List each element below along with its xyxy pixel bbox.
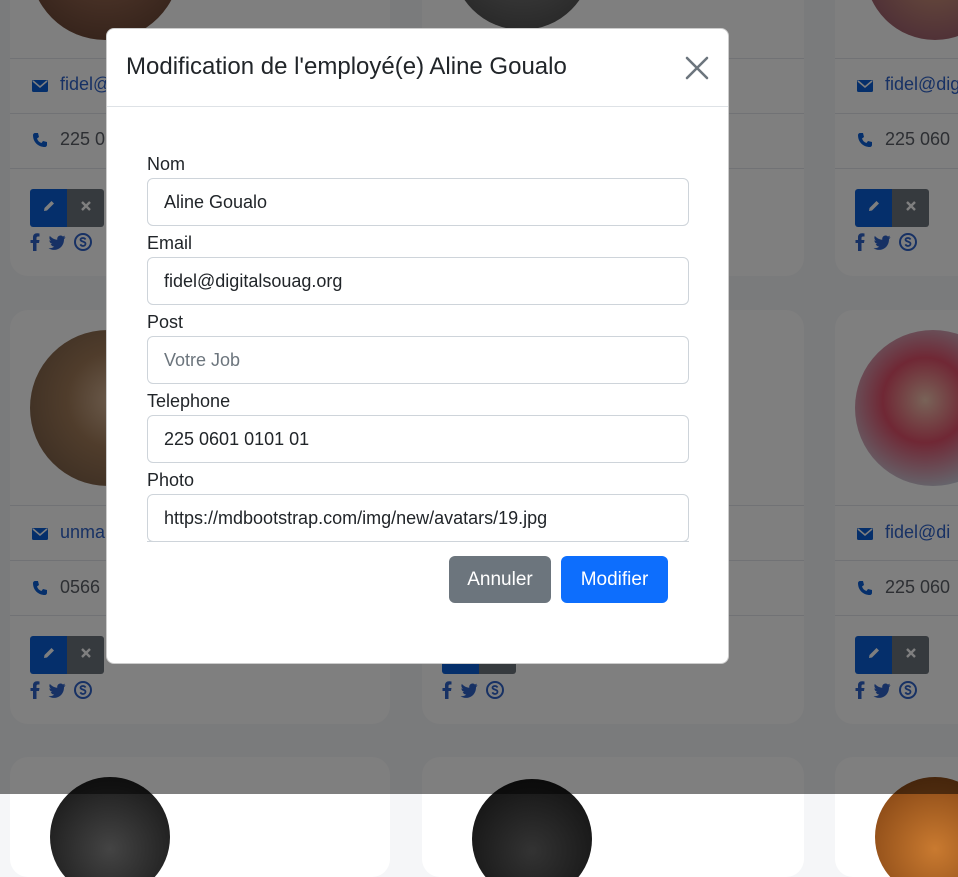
modal-actions: Annuler Modifier xyxy=(449,556,668,603)
photo-field-wrapper xyxy=(147,494,689,542)
post-field[interactable] xyxy=(147,336,689,384)
employee-form: Nom Email Post Telephone Photo xyxy=(147,152,689,542)
edit-employee-modal: Modification de l'employé(e) Aline Goual… xyxy=(106,28,729,664)
photo-label: Photo xyxy=(147,470,195,490)
name-field[interactable] xyxy=(147,178,689,226)
modify-button[interactable]: Modifier xyxy=(561,556,668,603)
telephone-field[interactable] xyxy=(147,415,689,463)
modal-header: Modification de l'employé(e) Aline Goual… xyxy=(107,29,728,107)
close-button[interactable] xyxy=(684,55,710,81)
close-icon xyxy=(684,56,710,85)
photo-url-field[interactable] xyxy=(147,494,689,541)
modal-title: Modification de l'employé(e) Aline Goual… xyxy=(126,53,567,80)
cancel-button[interactable]: Annuler xyxy=(449,556,551,603)
post-label: Post xyxy=(147,312,184,332)
email-field[interactable] xyxy=(147,257,689,305)
name-label: Nom xyxy=(147,154,186,174)
email-label: Email xyxy=(147,233,193,253)
telephone-label: Telephone xyxy=(147,391,231,411)
